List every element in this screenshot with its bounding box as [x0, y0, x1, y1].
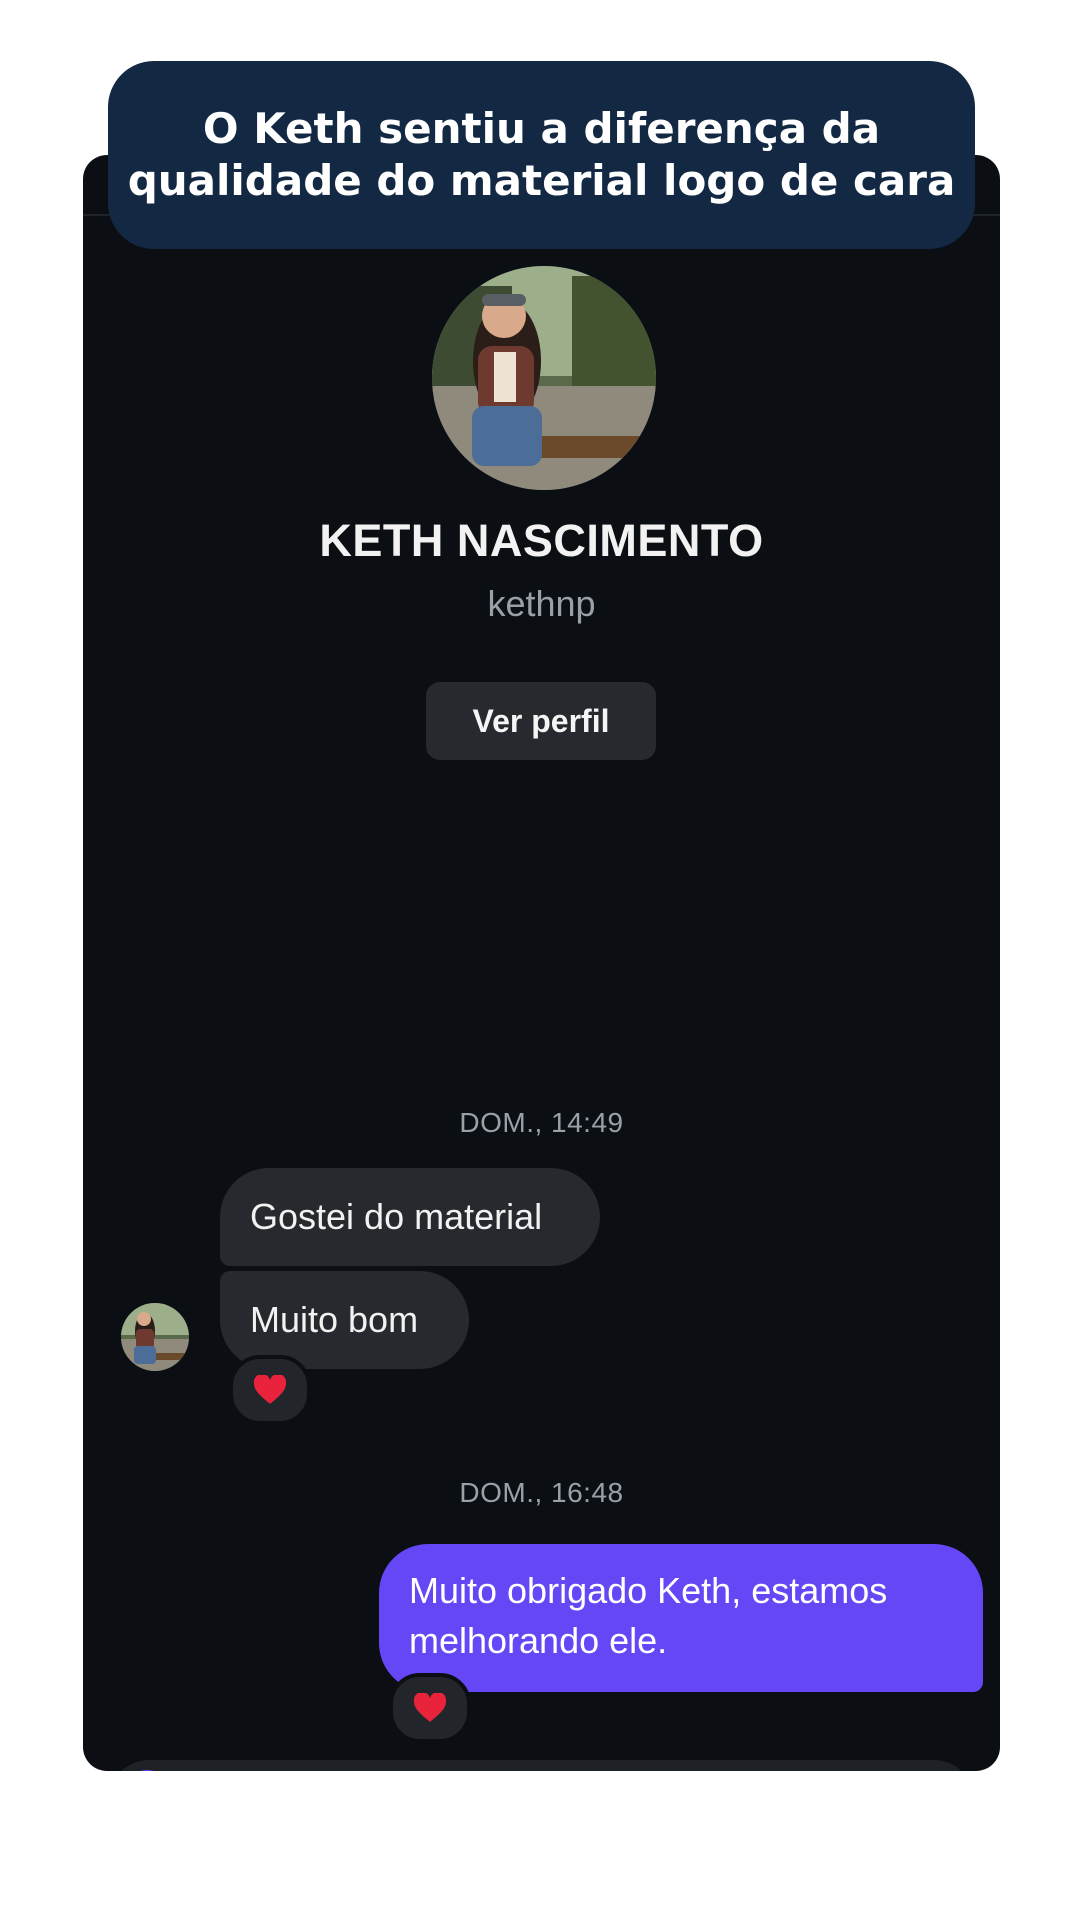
incoming-message[interactable]: Gostei do material — [220, 1168, 600, 1266]
message-text: Muito bom — [250, 1299, 419, 1340]
timestamp-2: DOM., 16:48 — [459, 1477, 624, 1508]
message-composer[interactable] — [109, 1760, 974, 1771]
sender-avatar[interactable] — [121, 1303, 189, 1371]
profile-avatar[interactable] — [432, 266, 656, 490]
message-text: Muito obrigado Keth, estamos melhorando … — [409, 1570, 888, 1661]
reaction-badge[interactable] — [389, 1673, 471, 1743]
headline-banner: O Keth sentiu a diferença da qualidade d… — [108, 61, 975, 249]
headline-line-2: qualidade do material logo de cara — [127, 156, 956, 205]
outgoing-message[interactable]: Muito obrigado Keth, estamos melhorando … — [379, 1544, 983, 1692]
heart-icon — [253, 1375, 287, 1404]
heart-icon — [413, 1693, 447, 1722]
message-text: Gostei do material — [250, 1196, 543, 1237]
profile-name: KETH NASCIMENTO — [319, 515, 764, 566]
timestamp-1: DOM., 14:49 — [459, 1107, 624, 1138]
view-profile-button[interactable]: Ver perfil — [426, 682, 656, 760]
camera-icon[interactable] — [123, 1770, 171, 1771]
chat-screen: KETH NASCIMENTO kethnp Ver perfil DOM., … — [83, 155, 1000, 1771]
headline-line-1: O Keth sentiu a diferença da — [202, 104, 881, 153]
reaction-badge[interactable] — [229, 1355, 311, 1425]
profile-handle: kethnp — [487, 583, 596, 624]
